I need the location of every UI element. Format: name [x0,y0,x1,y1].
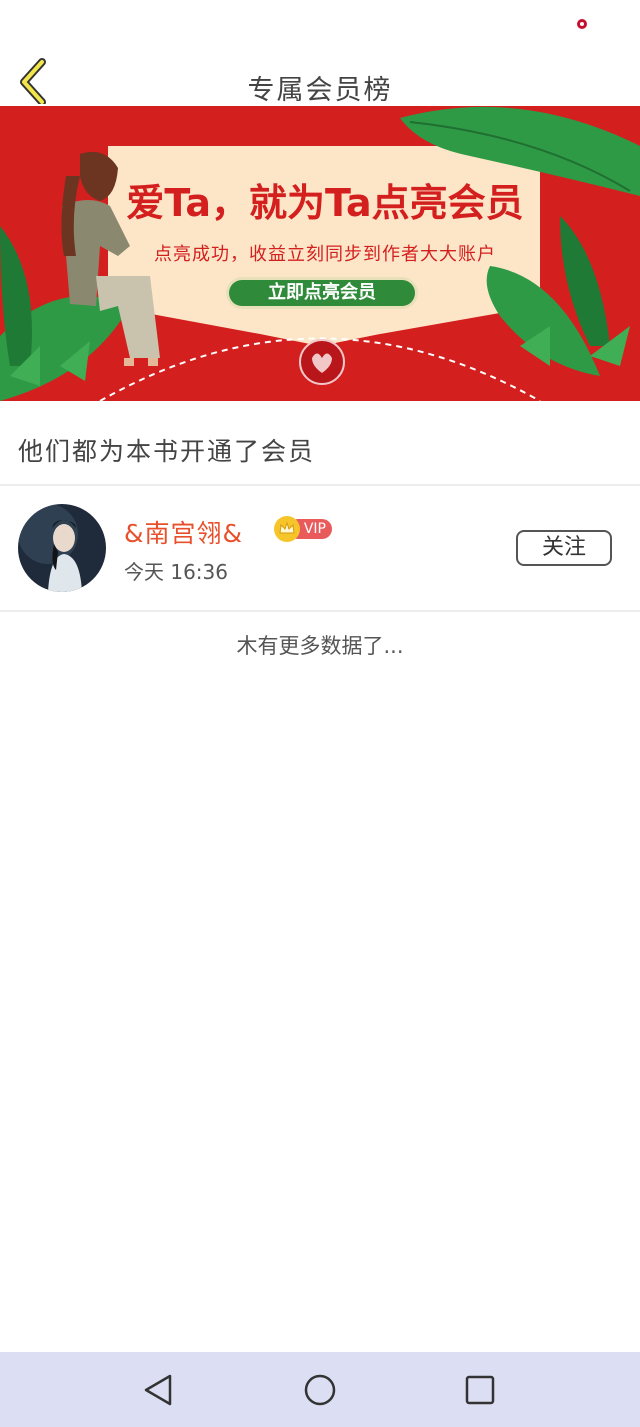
divider [0,610,640,612]
back-triangle-icon[interactable] [138,1372,178,1408]
banner-subline: 点亮成功，收益立刻同步到作者大大账户 [154,244,496,265]
vip-badge: VIP [274,516,332,542]
light-up-membership-button[interactable]: 立即点亮会员 [229,280,415,306]
notification-icon [577,19,587,29]
member-name[interactable]: &南宫翎& [124,514,243,550]
status-bar [0,0,640,50]
avatar[interactable] [18,504,106,592]
member-time: 今天 16:36 [124,560,228,584]
home-circle-icon[interactable] [300,1372,340,1408]
section-heading: 他们都为本书开通了会员 [18,437,316,466]
header: 专属会员榜 [0,50,640,106]
crown-icon [274,516,300,542]
banner-headline: 爱Ta，就为Ta点亮会员 [126,181,524,225]
system-nav-bar [0,1352,640,1427]
follow-button[interactable]: 关注 [516,530,612,566]
recents-square-icon[interactable] [460,1372,500,1408]
user-avatar-image [18,504,106,592]
promo-banner[interactable]: 爱Ta，就为Ta点亮会员 点亮成功，收益立刻同步到作者大大账户 立即点亮会员 [0,106,640,401]
list-item[interactable]: &南宫翎& VIP 今天 16:36 关注 [0,486,640,610]
list-end-text: 木有更多数据了... [236,634,404,658]
page-title: 专属会员榜 [247,75,393,106]
